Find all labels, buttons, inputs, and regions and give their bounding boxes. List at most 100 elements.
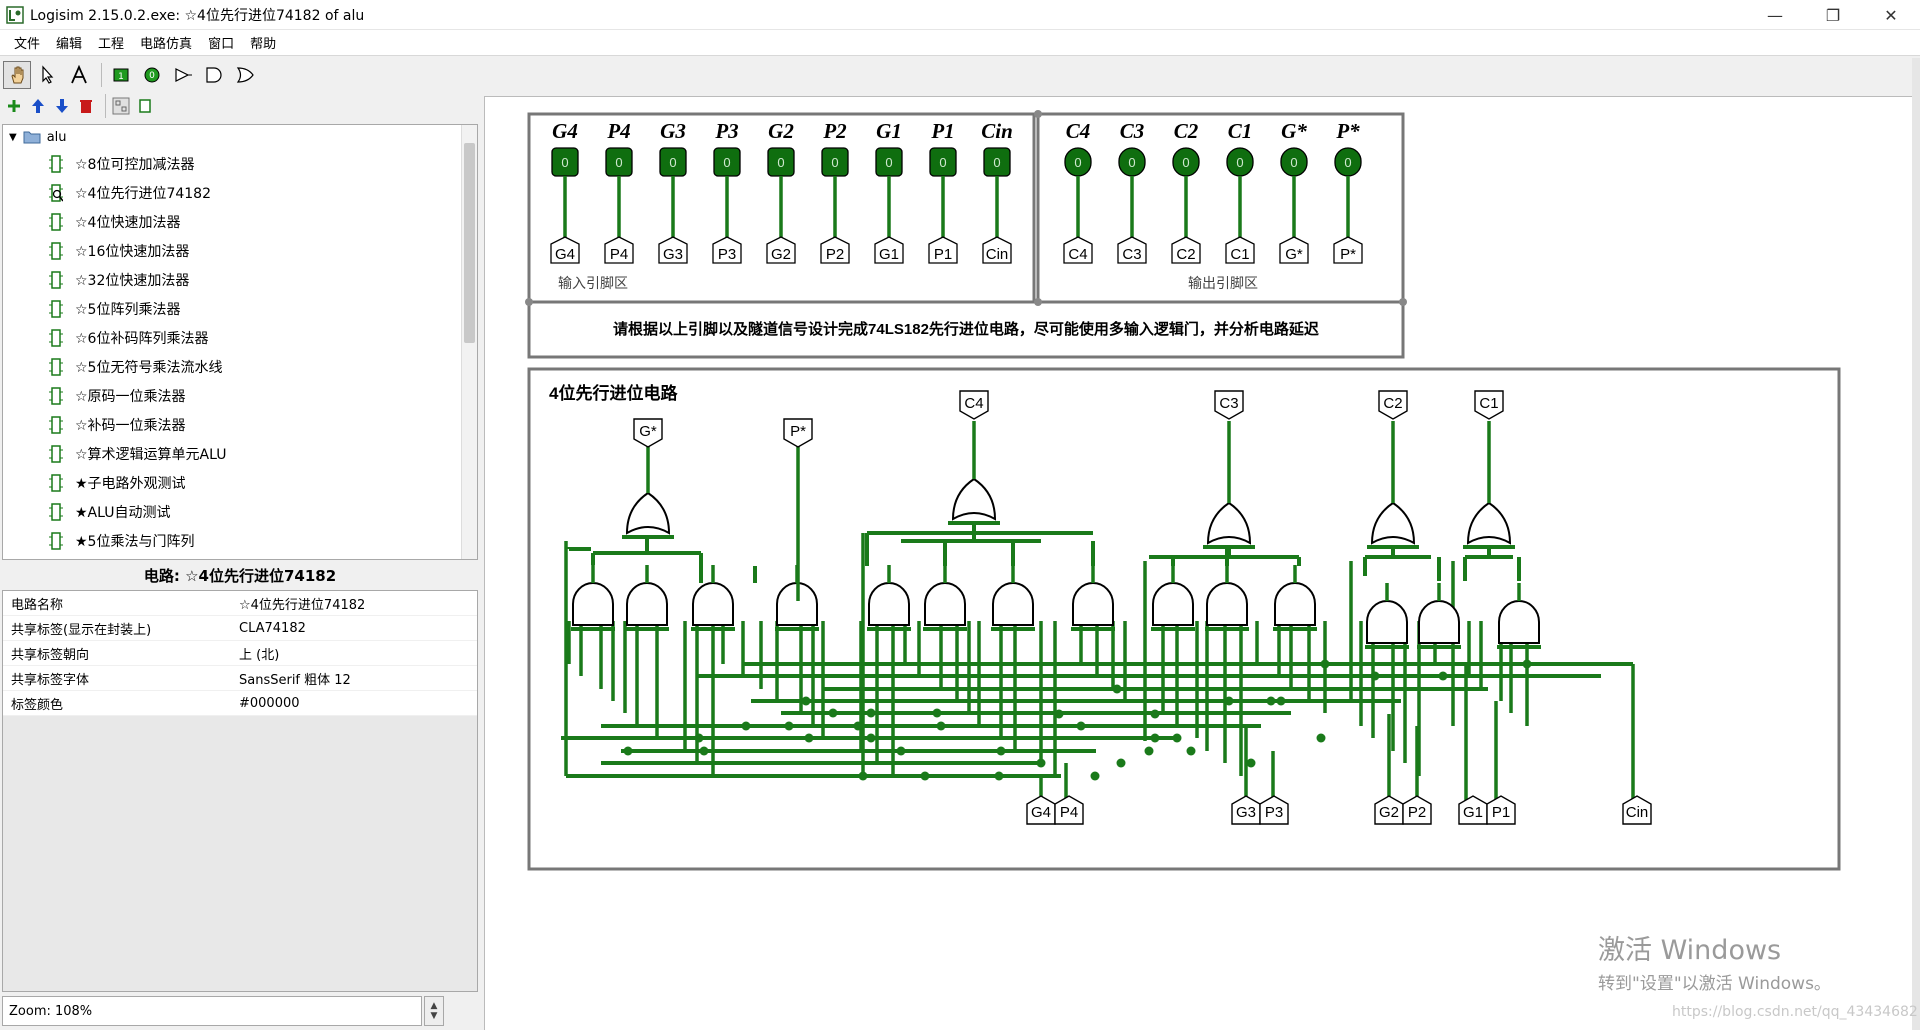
menu-project[interactable]: 工程 bbox=[90, 33, 132, 52]
menu-file[interactable]: 文件 bbox=[6, 33, 48, 52]
title-bar: Logisim 2.15.0.2.exe: ☆4位先行进位74182 of al… bbox=[0, 0, 1920, 30]
tunnel-label: P1 bbox=[1492, 804, 1510, 821]
spin-up-icon[interactable]: ▲ bbox=[431, 1001, 438, 1011]
and-gate[interactable] bbox=[924, 582, 966, 626]
attribute-row[interactable]: 共享标签字体 SansSerif 粗体 12 bbox=[3, 666, 477, 691]
menu-help[interactable]: 帮助 bbox=[242, 33, 284, 52]
and-gate[interactable] bbox=[1498, 600, 1540, 644]
tree-item[interactable]: ☆补码一位乘法器 bbox=[3, 410, 477, 439]
pin-value: 0 bbox=[561, 155, 568, 170]
or-gate[interactable] bbox=[1370, 501, 1416, 545]
and-gate[interactable] bbox=[868, 582, 910, 626]
tunnel-label: G3 bbox=[663, 246, 683, 263]
tree-item[interactable]: ☆16位快速加法器 bbox=[3, 236, 477, 265]
tree-item[interactable]: ★5位乘法与门阵列 bbox=[3, 526, 477, 555]
toolbar-separator bbox=[105, 94, 106, 118]
and-gate-icon[interactable] bbox=[200, 61, 228, 89]
and-gate[interactable] bbox=[1418, 600, 1460, 644]
attribute-key: 共享标签(显示在封装上) bbox=[11, 622, 152, 638]
menu-edit[interactable]: 编辑 bbox=[48, 33, 90, 52]
input-pin-icon[interactable]: 1 bbox=[107, 61, 135, 89]
circuit-canvas[interactable]: G4 0 G4 P4 0 P4 G3 0 G3 P3 0 P3 G2 0 G2 P2 0 P2 G1 0 G1 P1 0 P1… bbox=[484, 96, 1920, 1030]
window-scrollbar[interactable] bbox=[1912, 58, 1920, 1030]
and-gate[interactable] bbox=[626, 582, 668, 626]
and-gate[interactable] bbox=[692, 582, 734, 626]
attribute-row[interactable]: 共享标签(显示在封装上) CLA74182 bbox=[3, 616, 477, 641]
move-down-icon[interactable] bbox=[52, 96, 72, 116]
menu-simulate[interactable]: 电路仿真 bbox=[132, 33, 200, 52]
close-button[interactable]: ✕ bbox=[1862, 0, 1920, 30]
tree-item[interactable]: ☆4位先行进位74182 bbox=[3, 178, 477, 207]
attribute-value[interactable]: #000000 bbox=[239, 696, 300, 711]
appearance-view-icon[interactable] bbox=[135, 96, 155, 116]
frame-corner bbox=[1399, 298, 1407, 306]
zoom-spinner[interactable]: ▲ ▼ bbox=[424, 996, 444, 1026]
and-gate[interactable] bbox=[1072, 582, 1114, 626]
output-pin-icon[interactable]: 0 bbox=[138, 61, 166, 89]
pointer-icon[interactable] bbox=[34, 61, 62, 89]
tunnel-label: Cin bbox=[1626, 804, 1649, 821]
wire-junction bbox=[1036, 758, 1046, 768]
and-gate[interactable] bbox=[1152, 582, 1194, 626]
tree-item[interactable]: ☆5位阵列乘法器 bbox=[3, 294, 477, 323]
tree-scrollbar-thumb[interactable] bbox=[464, 143, 475, 343]
text-tool-icon[interactable] bbox=[65, 61, 93, 89]
and-gate[interactable] bbox=[572, 582, 614, 626]
layout-view-icon[interactable] bbox=[111, 96, 131, 116]
attribute-row[interactable]: 标签颜色 #000000 bbox=[3, 691, 477, 716]
restore-button[interactable]: ❐ bbox=[1804, 0, 1862, 30]
and-gate[interactable] bbox=[992, 582, 1034, 626]
circuit-diagram[interactable]: G4 0 G4 P4 0 P4 G3 0 G3 P3 0 P3 G2 0 G2 P2 0 P2 G1 0 G1 P1 0 P1… bbox=[485, 97, 1920, 1030]
or-gate[interactable] bbox=[625, 491, 671, 535]
or-gate[interactable] bbox=[951, 477, 997, 521]
add-circuit-icon[interactable] bbox=[4, 96, 24, 116]
attribute-value[interactable]: ☆4位先行进位74182 bbox=[239, 594, 365, 613]
attribute-panel-title: 电路: ☆4位先行进位74182 bbox=[143, 567, 337, 585]
and-gate[interactable] bbox=[1274, 582, 1316, 626]
input-area-label: 输入引脚区 bbox=[558, 275, 628, 291]
menu-window[interactable]: 窗口 bbox=[200, 33, 242, 52]
tree-item[interactable]: ☆5位无符号乘法流水线 bbox=[3, 352, 477, 381]
wire-junction bbox=[896, 746, 906, 756]
attribute-value[interactable]: SansSerif 粗体 12 bbox=[239, 669, 351, 688]
move-up-icon[interactable] bbox=[28, 96, 48, 116]
circuit-magnify-icon bbox=[49, 183, 63, 202]
hand-poke-icon[interactable] bbox=[3, 61, 31, 89]
tunnel-label: G* bbox=[1285, 246, 1303, 263]
attribute-value[interactable]: 上 (北) bbox=[239, 644, 279, 663]
or-gate[interactable] bbox=[1466, 501, 1512, 545]
or-gate[interactable] bbox=[1206, 501, 1252, 545]
tree-scrollbar[interactable] bbox=[461, 125, 477, 559]
attribute-row[interactable]: 共享标签朝向 上 (北) bbox=[3, 641, 477, 666]
delete-circuit-icon[interactable] bbox=[76, 96, 96, 116]
frame-corner bbox=[1034, 298, 1042, 306]
tree-item[interactable]: ☆4位快速加法器 bbox=[3, 207, 477, 236]
or-gate-icon[interactable] bbox=[231, 61, 259, 89]
not-gate-icon[interactable] bbox=[169, 61, 197, 89]
pin-header: G4 bbox=[552, 119, 578, 143]
subcircuit-icon bbox=[49, 241, 63, 260]
attribute-row[interactable]: 电路名称 ☆4位先行进位74182 bbox=[3, 591, 477, 616]
and-gate[interactable] bbox=[1366, 600, 1408, 644]
spin-down-icon[interactable]: ▼ bbox=[431, 1011, 438, 1021]
wire-junction bbox=[699, 746, 709, 756]
attribute-value[interactable]: CLA74182 bbox=[239, 621, 306, 636]
tree-item[interactable]: ☆原码一位乘法器 bbox=[3, 381, 477, 410]
tree-item[interactable]: ☆算术逻辑运算单元ALU bbox=[3, 439, 477, 468]
wire-junction bbox=[804, 733, 814, 743]
tree-item[interactable]: ★子电路外观测试 bbox=[3, 468, 477, 497]
windows-activation-watermark: 激活 Windows 转到"设置"以激活 Windows。 bbox=[1598, 928, 1831, 994]
tree-item[interactable]: ☆8位可控加减法器 bbox=[3, 149, 477, 178]
tree-item[interactable]: ★ALU自动测试 bbox=[3, 497, 477, 526]
zoom-field[interactable]: Zoom: 108% bbox=[2, 996, 422, 1026]
minimize-button[interactable]: — bbox=[1746, 0, 1804, 30]
tree-root[interactable]: ▼ alu bbox=[3, 125, 477, 149]
svg-text:0: 0 bbox=[149, 71, 155, 81]
and-gate[interactable] bbox=[1206, 582, 1248, 626]
tree-item[interactable]: ☆32位快速加法器 bbox=[3, 265, 477, 294]
logisim-app-icon bbox=[6, 5, 24, 24]
wire-junction bbox=[1116, 758, 1126, 768]
subcircuit-icon bbox=[49, 444, 63, 463]
expand-arrow-icon[interactable]: ▼ bbox=[9, 132, 17, 143]
tree-item[interactable]: ☆6位补码阵列乘法器 bbox=[3, 323, 477, 352]
